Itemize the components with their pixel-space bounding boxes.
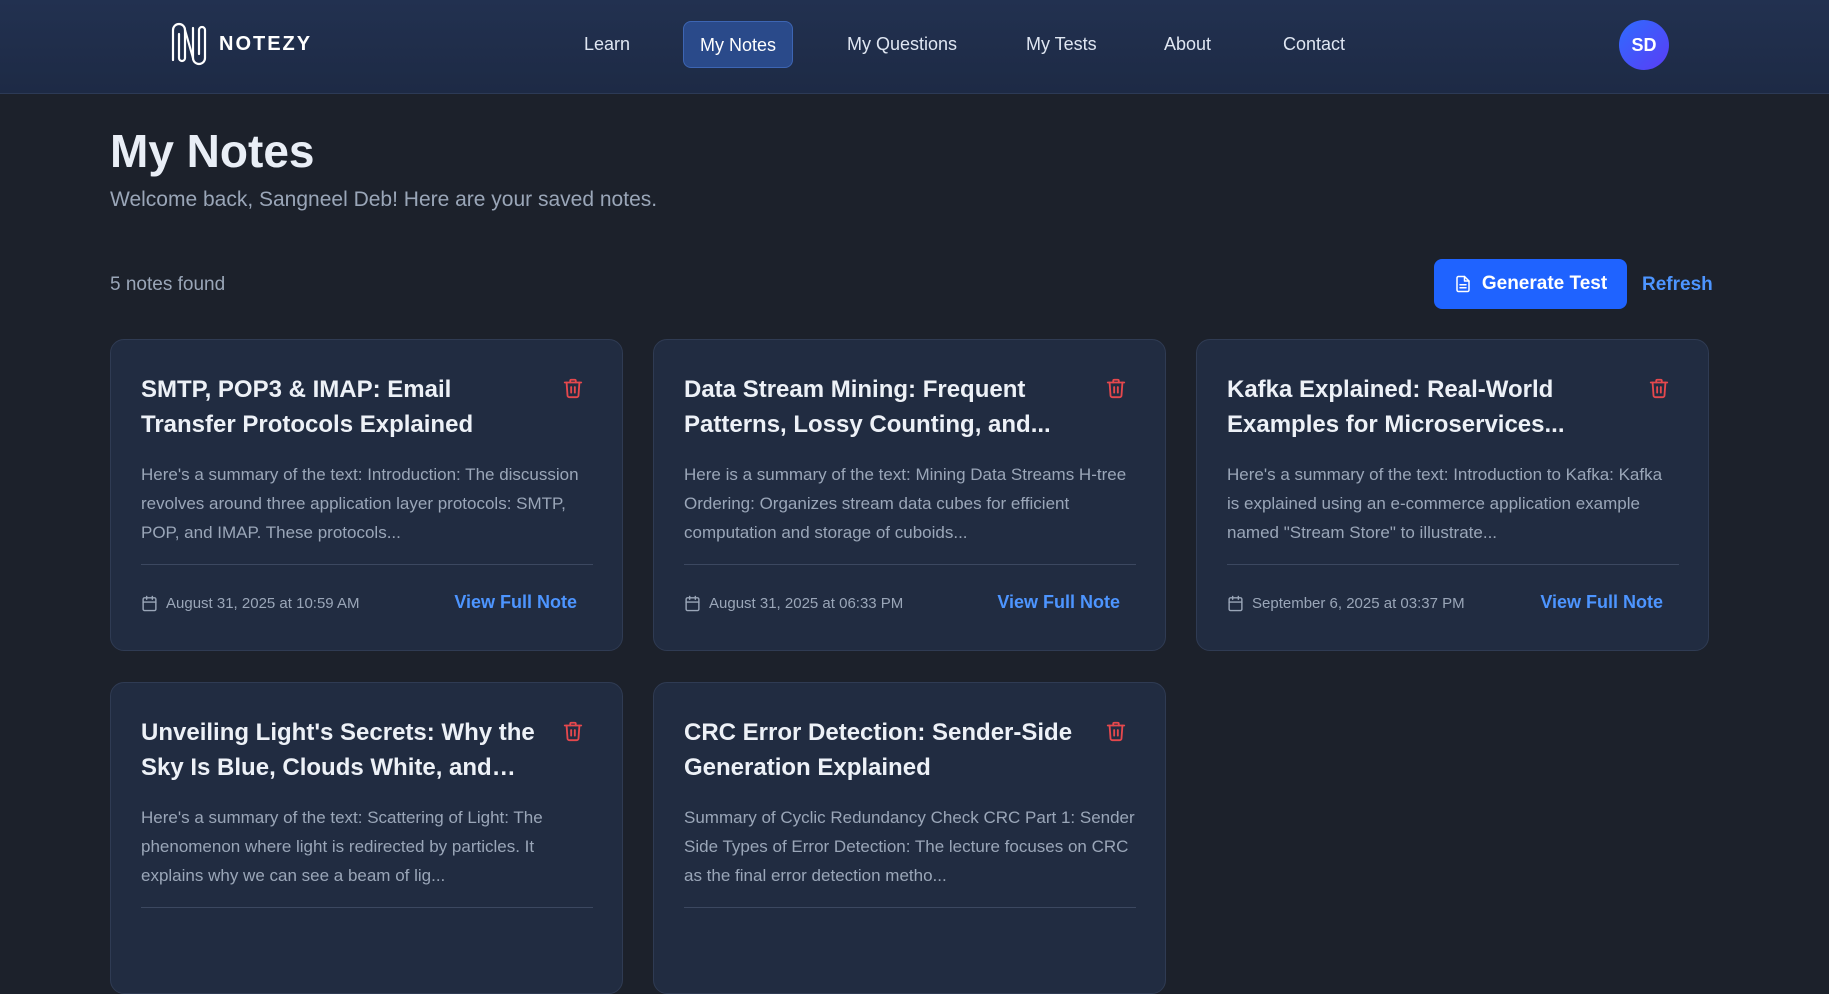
notes-count: 5 notes found	[110, 274, 226, 295]
note-date-text: September 6, 2025 at 03:37 PM	[1252, 594, 1465, 612]
trash-icon[interactable]	[562, 376, 584, 400]
card-divider	[684, 907, 1136, 908]
note-summary: Here's a summary of the text: Introducti…	[1227, 465, 1663, 542]
refresh-button[interactable]: Refresh	[1642, 274, 1713, 296]
note-card[interactable]: SMTP, POP3 & IMAP: Email Transfer Protoc…	[110, 339, 623, 651]
nav-item-my-notes[interactable]: My Notes	[683, 21, 794, 68]
page-subtitle: Welcome back, Sangneel Deb! Here are you…	[110, 188, 658, 211]
note-card[interactable]: Kafka Explained: Real-World Examples for…	[1196, 339, 1709, 651]
top-nav-bar: NOTEZY Learn My Notes My Questions My Te…	[0, 0, 1829, 94]
card-divider	[141, 564, 593, 565]
note-title[interactable]: Data Stream Mining: Frequent Patterns, L…	[684, 372, 1094, 442]
nav-item-contact[interactable]: Contact	[1267, 21, 1361, 68]
calendar-icon	[1228, 595, 1243, 611]
note-title[interactable]: SMTP, POP3 & IMAP: Email Transfer Protoc…	[141, 372, 551, 442]
note-card[interactable]: CRC Error Detection: Sender-Side Generat…	[653, 682, 1166, 994]
page-title: My Notes	[110, 125, 315, 177]
card-divider	[141, 907, 593, 908]
nav-item-about[interactable]: About	[1148, 21, 1227, 68]
generate-test-label: Generate Test	[1481, 273, 1608, 294]
nav-item-my-questions[interactable]: My Questions	[831, 21, 973, 68]
note-summary: Here is a summary of the text: Mining Da…	[684, 465, 1127, 542]
note-date-text: August 31, 2025 at 06:33 PM	[709, 594, 904, 612]
note-date: August 31, 2025 at 10:59 AM	[141, 593, 359, 613]
note-title[interactable]: Kafka Explained: Real-World Examples for…	[1227, 372, 1637, 442]
note-summary: Summary of Cyclic Redundancy Check CRC P…	[684, 808, 1135, 885]
card-divider	[1227, 564, 1679, 565]
note-date: September 6, 2025 at 03:37 PM	[1227, 593, 1465, 613]
note-title[interactable]: CRC Error Detection: Sender-Side Generat…	[684, 715, 1094, 785]
view-full-note-link[interactable]: View Full Note	[997, 592, 1120, 613]
user-avatar[interactable]: SD	[1619, 20, 1669, 70]
note-summary: Here's a summary of the text: Introducti…	[141, 465, 579, 542]
card-divider	[684, 564, 1136, 565]
calendar-icon	[685, 595, 700, 611]
view-full-note-link[interactable]: View Full Note	[454, 592, 577, 613]
generate-test-button[interactable]: Generate Test	[1434, 259, 1627, 309]
trash-icon[interactable]	[1105, 719, 1127, 743]
document-icon	[1456, 275, 1470, 293]
view-full-note-link[interactable]: View Full Note	[1540, 592, 1663, 613]
nav-item-learn[interactable]: Learn	[568, 21, 646, 68]
note-card[interactable]: Unveiling Light's Secrets: Why the Sky I…	[110, 682, 623, 994]
calendar-icon	[142, 595, 157, 611]
trash-icon[interactable]	[1648, 376, 1670, 400]
note-title[interactable]: Unveiling Light's Secrets: Why the Sky I…	[141, 715, 551, 785]
note-card[interactable]: Data Stream Mining: Frequent Patterns, L…	[653, 339, 1166, 651]
trash-icon[interactable]	[562, 719, 584, 743]
note-date: August 31, 2025 at 06:33 PM	[684, 593, 903, 613]
note-summary: Here's a summary of the text: Scattering…	[141, 808, 543, 885]
nav-item-my-tests[interactable]: My Tests	[1010, 21, 1113, 68]
main-nav: Learn My Notes My Questions My Tests Abo…	[0, 21, 1829, 68]
trash-icon[interactable]	[1105, 376, 1127, 400]
note-date-text: August 31, 2025 at 10:59 AM	[166, 594, 360, 612]
